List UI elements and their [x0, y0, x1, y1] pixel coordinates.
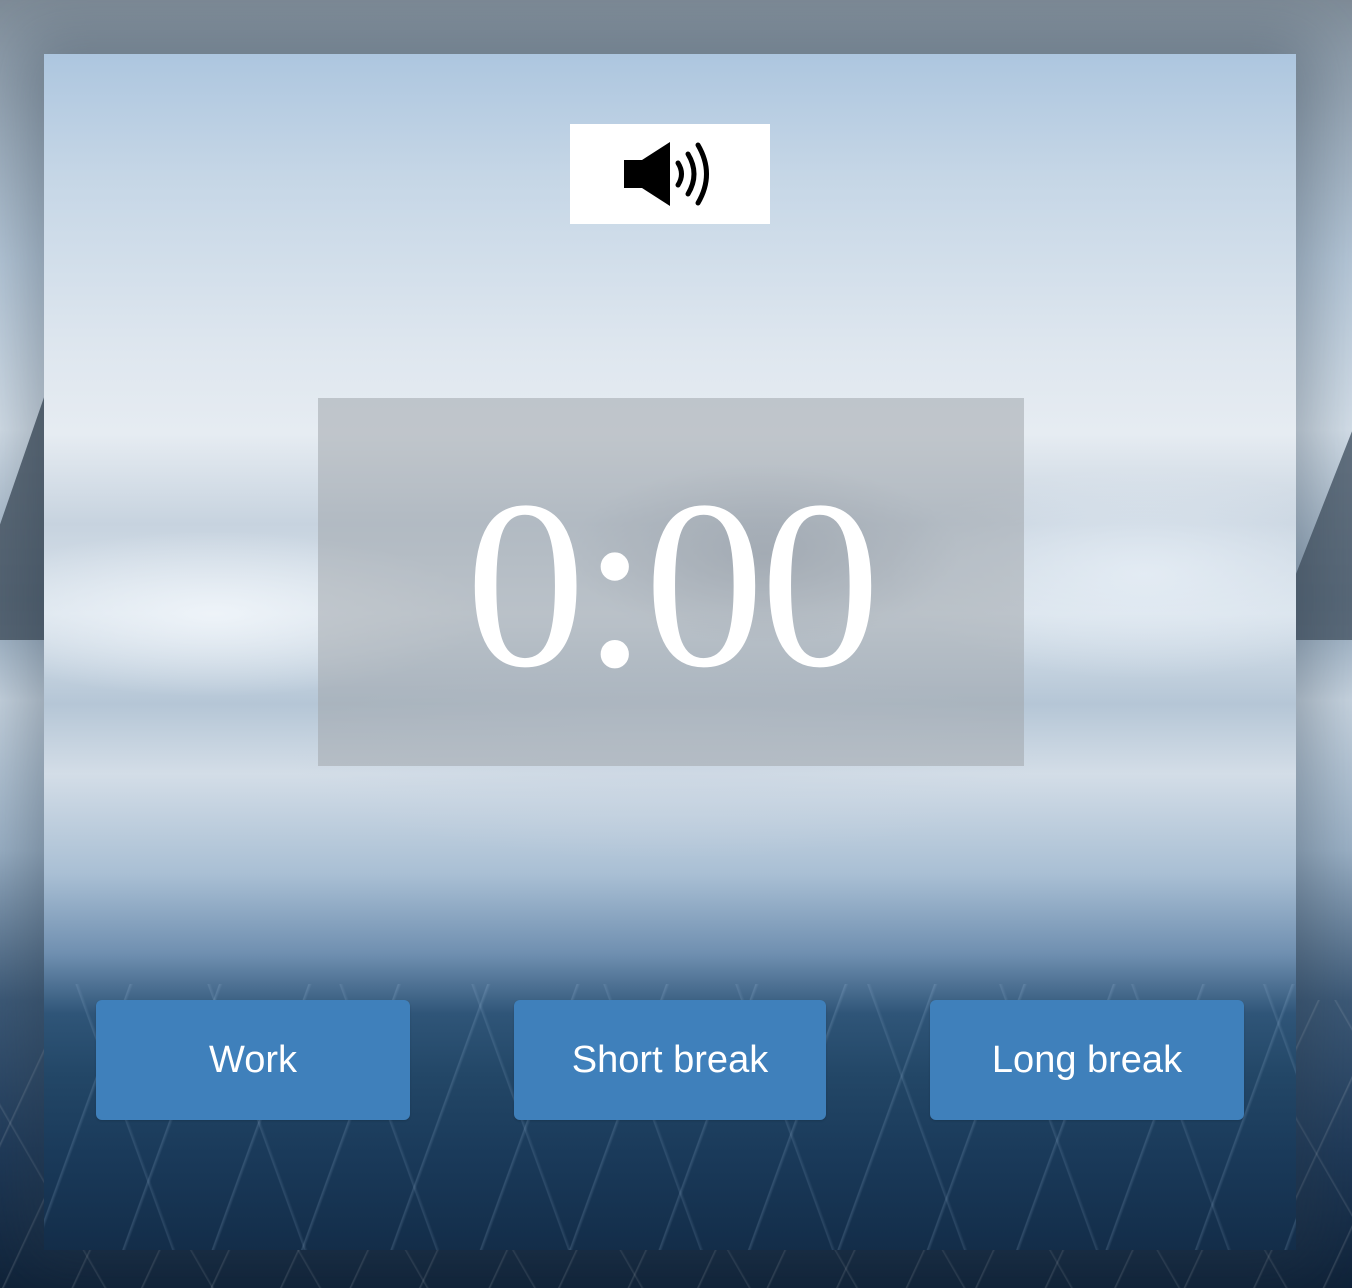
- timer-display: 0:00: [318, 398, 1024, 766]
- long-break-button[interactable]: Long break: [930, 1000, 1244, 1120]
- work-mode-button[interactable]: Work: [96, 1000, 410, 1120]
- timer-value: 0:00: [465, 451, 881, 717]
- speaker-volume-icon: [624, 142, 709, 206]
- sound-toggle-button[interactable]: [570, 124, 770, 224]
- short-break-button[interactable]: Short break: [514, 1000, 826, 1120]
- pomodoro-panel: 0:00 Work Short break Long break: [44, 54, 1296, 1250]
